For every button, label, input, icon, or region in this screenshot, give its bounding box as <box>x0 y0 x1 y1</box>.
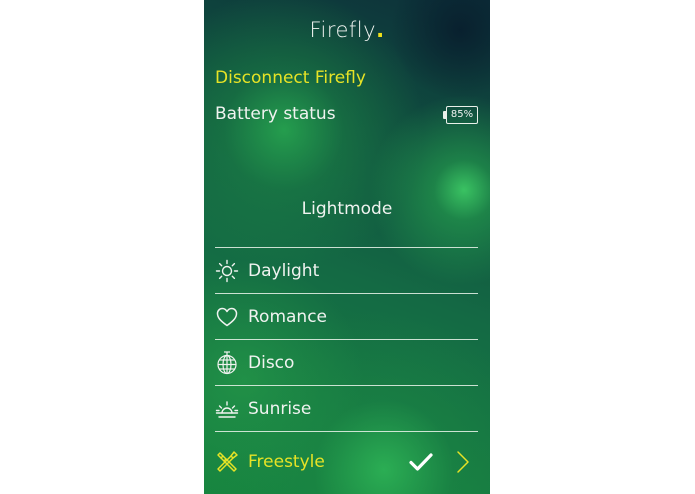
battery-indicator: 85% <box>443 106 478 124</box>
app-title: Firefly. <box>204 18 490 42</box>
battery-percent: 85% <box>450 109 474 120</box>
mode-item-romance[interactable]: Romance <box>215 293 478 339</box>
lightmode-title: Lightmode <box>301 199 393 219</box>
disconnect-button[interactable]: Disconnect Firefly <box>215 68 366 88</box>
mode-label: Freestyle <box>248 452 325 472</box>
app-title-dot: . <box>376 18 385 42</box>
checkmark-icon[interactable] <box>408 450 434 474</box>
mode-item-sunrise[interactable]: Sunrise <box>215 385 478 431</box>
freestyle-icon <box>215 450 239 474</box>
disco-ball-icon <box>215 350 239 375</box>
sun-icon <box>215 259 239 283</box>
mode-item-freestyle[interactable]: Freestyle <box>215 431 478 492</box>
app-title-text: Firefly <box>309 18 377 42</box>
mode-item-disco[interactable]: Disco <box>215 339 478 385</box>
mode-label: Daylight <box>248 260 320 281</box>
background-glow <box>390 0 490 100</box>
heart-icon <box>215 305 239 329</box>
mode-label: Romance <box>248 306 328 327</box>
mode-item-daylight[interactable]: Daylight <box>215 247 478 293</box>
app-screen: Firefly. Disconnect Firefly Battery stat… <box>204 0 490 494</box>
sunrise-icon <box>215 397 239 421</box>
mode-label: Disco <box>248 352 295 373</box>
battery-status-label: Battery status <box>215 104 336 124</box>
chevron-right-icon[interactable] <box>456 450 470 474</box>
mode-label: Sunrise <box>248 398 312 419</box>
lightmode-list: Daylight Romance Disco Sunrise Freestyle <box>215 247 478 492</box>
